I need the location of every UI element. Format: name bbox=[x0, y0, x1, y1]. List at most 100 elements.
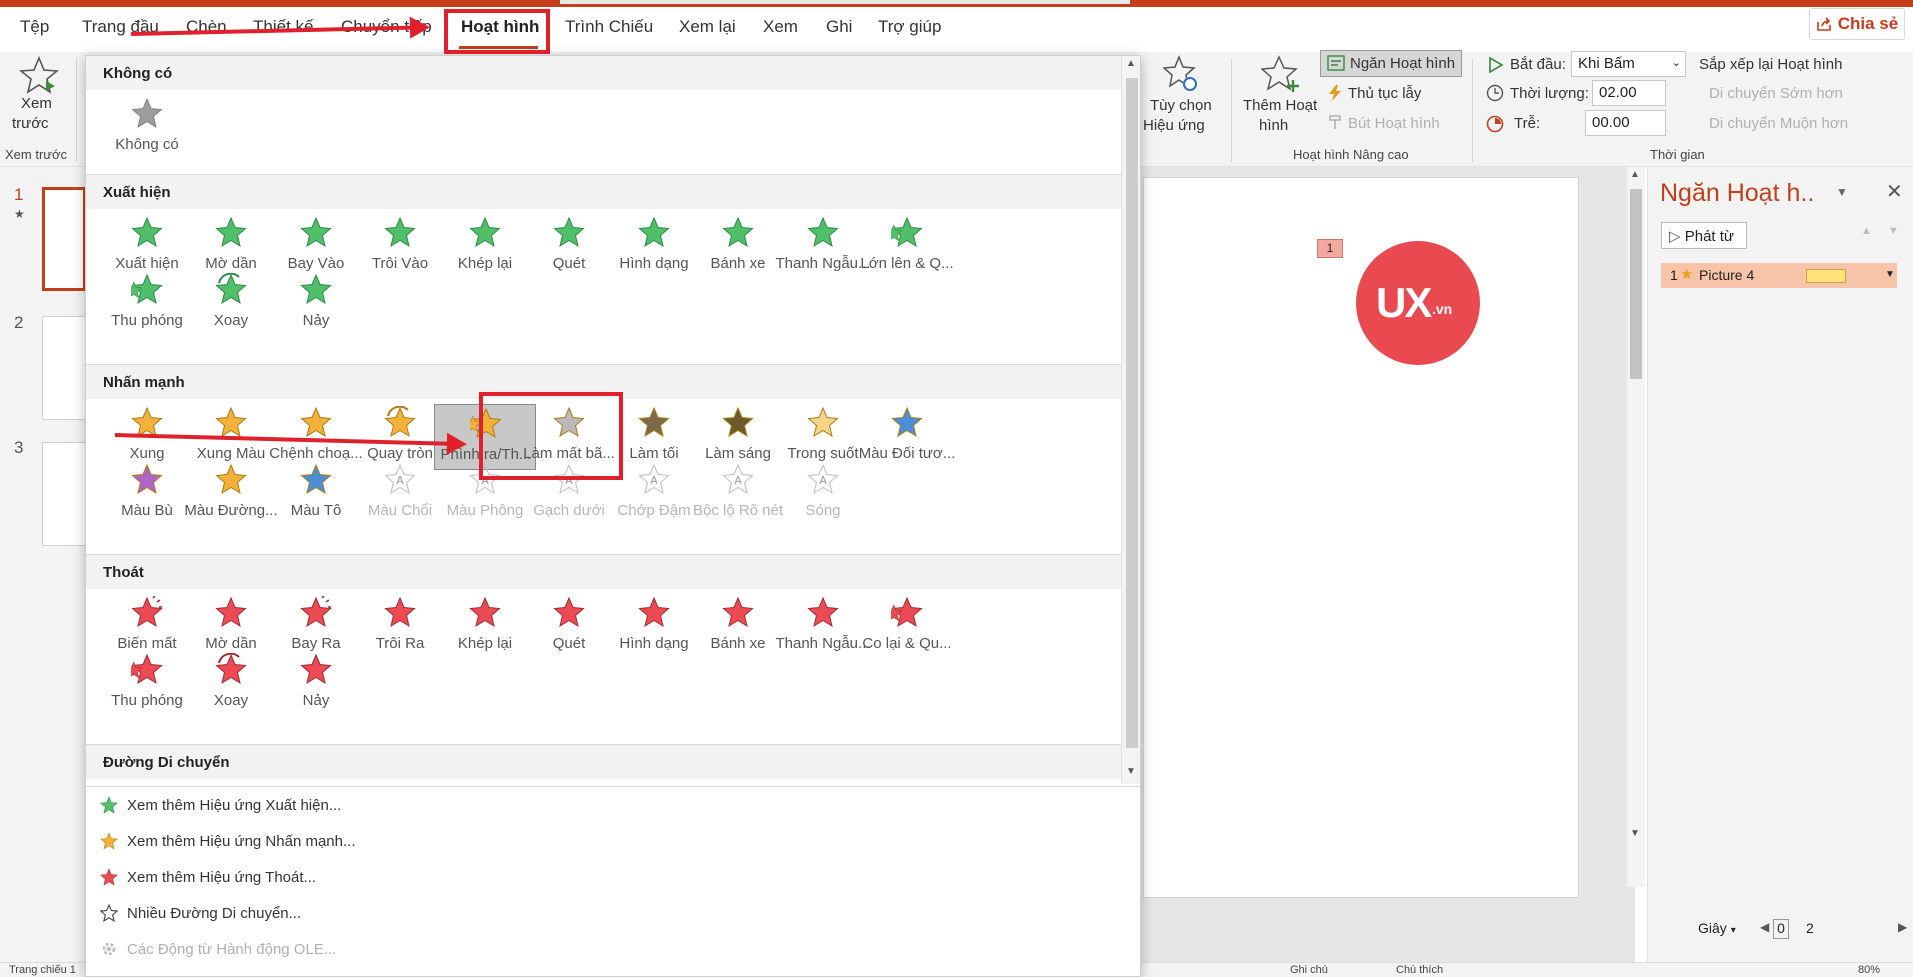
add-animation-label-1[interactable]: Thêm Hoạt bbox=[1243, 97, 1317, 114]
clock-icon bbox=[1486, 84, 1504, 102]
gallery-scroll-up-icon[interactable]: ▲ bbox=[1126, 58, 1136, 69]
delay-label: Trễ: bbox=[1514, 115, 1541, 132]
slide-thumbnail-3[interactable] bbox=[42, 442, 86, 546]
move-down-icon[interactable]: ▼ bbox=[1888, 225, 1899, 237]
tab-1[interactable]: Tệp bbox=[20, 17, 49, 37]
tab-8[interactable]: Xem lại bbox=[679, 17, 736, 37]
effect-star-icon bbox=[722, 406, 754, 438]
share-button[interactable]: Chia sẻ bbox=[1809, 8, 1905, 40]
animation-pane-title: Ngăn Hoạt h.. bbox=[1660, 179, 1815, 207]
preview-star-icon[interactable] bbox=[19, 55, 59, 95]
seconds-dropdown[interactable]: Giây ▾ bbox=[1698, 920, 1736, 936]
anim-none[interactable]: Không có bbox=[96, 95, 198, 161]
effect-options-label-2[interactable]: Hiệu ứng bbox=[1143, 117, 1205, 134]
start-select[interactable]: Khi Bấm ⌄ bbox=[1571, 51, 1686, 77]
effect-options-label-1[interactable]: Tùy chọn bbox=[1150, 97, 1212, 114]
effect-star-icon bbox=[384, 406, 416, 438]
animation-star-icon: ★ bbox=[14, 207, 25, 221]
close-icon[interactable]: ✕ bbox=[1886, 179, 1903, 204]
seconds-chevron-icon: ▾ bbox=[1730, 925, 1736, 936]
share-label: Chia sẻ bbox=[1837, 14, 1899, 33]
exit-effect[interactable]: Nảy bbox=[265, 651, 367, 717]
effect-star-icon bbox=[469, 596, 501, 628]
add-animation-label-2[interactable]: hình bbox=[1259, 117, 1288, 134]
slide-thumbnail-2[interactable] bbox=[42, 316, 86, 420]
slide-canvas[interactable]: 1 UX .vn bbox=[1143, 177, 1579, 898]
tab-9[interactable]: Xem bbox=[763, 17, 798, 37]
effect-star-icon bbox=[215, 653, 247, 685]
chevron-down-icon: ⌄ bbox=[1671, 57, 1681, 69]
preview-label-1[interactable]: Xem bbox=[21, 95, 52, 112]
preview-label-2[interactable]: trước bbox=[12, 115, 49, 132]
move-up-icon[interactable]: ▲ bbox=[1861, 225, 1872, 237]
notes-button[interactable]: Ghi chú bbox=[1290, 964, 1328, 976]
effect-label: Lớn lên & Q... bbox=[860, 255, 954, 272]
slide-scrollbar[interactable]: ▲ ▼ bbox=[1627, 167, 1645, 887]
move-later-button[interactable]: Di chuyển Muộn hơn bbox=[1709, 115, 1848, 132]
effect-star-icon bbox=[722, 216, 754, 248]
effect-label: Màu Đối tươ... bbox=[858, 445, 956, 462]
pane-menu-chevron-icon[interactable]: ▼ bbox=[1836, 185, 1848, 199]
effect-options-icon[interactable] bbox=[1163, 55, 1199, 93]
timeline-zoom-start[interactable]: 0 bbox=[1773, 919, 1789, 939]
gallery-scrollbar[interactable]: ▲ ▼ bbox=[1121, 56, 1140, 784]
zoom-left-icon[interactable]: ◀ bbox=[1760, 920, 1769, 934]
entrance-effect[interactable]: Lớn lên & Q... bbox=[856, 214, 958, 280]
play-from-button[interactable]: ▷ Phát từ bbox=[1661, 222, 1747, 249]
effect-label: Sóng bbox=[805, 502, 841, 519]
effect-star-icon bbox=[300, 406, 332, 438]
tab-7[interactable]: Trình Chiếu bbox=[565, 17, 653, 37]
section-motion-heading: Đường Di chuyển bbox=[86, 745, 1121, 779]
delay-input[interactable]: 00.00 bbox=[1585, 110, 1666, 136]
ux-logo-picture[interactable]: UX .vn bbox=[1356, 241, 1480, 365]
comments-button[interactable]: Chú thích bbox=[1396, 964, 1443, 976]
more-emphasis-label: Xem thêm Hiệu ứng Nhấn mạnh... bbox=[127, 832, 356, 850]
search-box[interactable] bbox=[560, 0, 1130, 4]
scroll-down-icon[interactable]: ▼ bbox=[1630, 828, 1640, 839]
lightning-icon[interactable] bbox=[1327, 84, 1343, 102]
effect-star-icon bbox=[131, 273, 163, 305]
ole-action-verbs: Các Động từ Hành động OLE... bbox=[100, 936, 336, 962]
powerpoint-window: TệpTrang đầuChènThiết kếChuyển tiếpHoạt … bbox=[0, 0, 1913, 977]
delay-value: 00.00 bbox=[1592, 114, 1630, 131]
effect-star-icon bbox=[300, 463, 332, 495]
logo-sub-text: .vn bbox=[1432, 301, 1453, 317]
more-exit-label: Xem thêm Hiệu ứng Thoát... bbox=[127, 868, 317, 886]
timing-group-label: Thời gian bbox=[1650, 147, 1705, 162]
motion-path-star-icon bbox=[100, 904, 118, 922]
gallery-scroll-down-icon[interactable]: ▼ bbox=[1126, 766, 1136, 777]
scroll-thumb[interactable] bbox=[1630, 189, 1642, 379]
slide-thumbnail-1[interactable] bbox=[42, 187, 86, 291]
exit-effect[interactable]: Co lại & Qu... bbox=[856, 594, 958, 660]
animation-item-name: Picture 4 bbox=[1699, 267, 1755, 283]
zoom-right-icon[interactable]: ▶ bbox=[1898, 920, 1907, 934]
more-motion-label: Nhiều Đường Di chuyển... bbox=[127, 904, 302, 922]
scroll-up-icon[interactable]: ▲ bbox=[1630, 169, 1640, 180]
tab-11[interactable]: Trợ giúp bbox=[878, 17, 941, 37]
gallery-scroll-thumb[interactable] bbox=[1126, 78, 1138, 748]
item-menu-chevron-icon[interactable]: ▼ bbox=[1885, 269, 1895, 280]
effect-star-icon bbox=[638, 216, 670, 248]
effect-star-icon bbox=[638, 596, 670, 628]
more-exit-effects[interactable]: Xem thêm Hiệu ứng Thoát... bbox=[100, 864, 316, 890]
entrance-star-icon bbox=[100, 796, 118, 814]
animation-list-item[interactable]: 1 ★ Picture 4 ▼ bbox=[1661, 263, 1897, 288]
entrance-effect[interactable]: Nảy bbox=[265, 271, 367, 337]
more-entrance-effects[interactable]: Xem thêm Hiệu ứng Xuất hiện... bbox=[100, 792, 341, 818]
animation-order-tag[interactable]: 1 bbox=[1317, 239, 1343, 258]
svg-text:A: A bbox=[819, 474, 827, 487]
duration-input[interactable]: 02.00 bbox=[1592, 80, 1666, 106]
gear-icon bbox=[102, 942, 116, 956]
more-motion-paths[interactable]: Nhiều Đường Di chuyển... bbox=[100, 900, 301, 926]
tab-4[interactable]: Thiết kế bbox=[253, 17, 313, 37]
zoom-level[interactable]: 80% bbox=[1858, 964, 1880, 976]
trigger-label[interactable]: Thủ tục lẫy bbox=[1348, 85, 1421, 102]
animation-painter-label[interactable]: Bút Hoạt hình bbox=[1348, 115, 1440, 132]
emphasis-star-icon: ★ bbox=[1680, 266, 1694, 283]
duration-value: 02.00 bbox=[1599, 84, 1637, 101]
painter-icon[interactable] bbox=[1327, 114, 1343, 130]
add-animation-icon[interactable] bbox=[1261, 54, 1301, 94]
tab-10[interactable]: Ghi bbox=[826, 17, 852, 37]
more-emphasis-effects[interactable]: Xem thêm Hiệu ứng Nhấn mạnh... bbox=[100, 828, 356, 854]
move-earlier-button[interactable]: Di chuyển Sớm hơn bbox=[1709, 85, 1843, 102]
